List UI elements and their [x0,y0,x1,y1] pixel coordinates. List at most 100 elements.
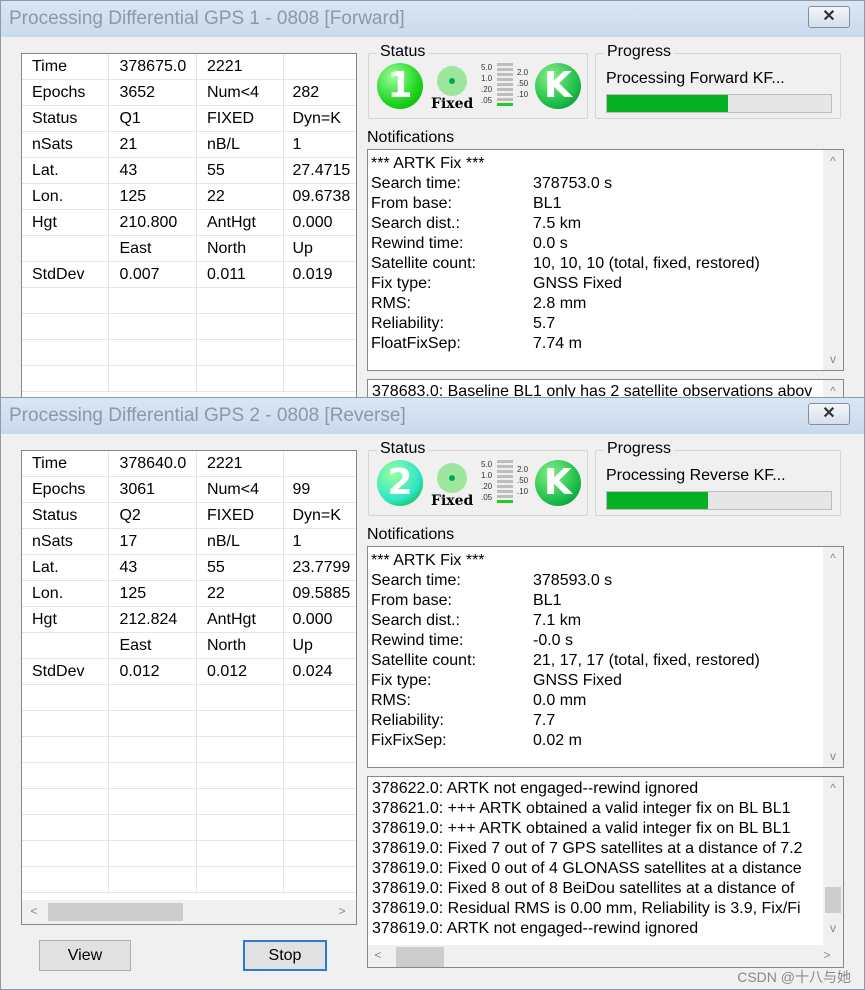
scroll-down-arrow[interactable]: v [823,352,843,366]
grid-cell [284,685,356,710]
scroll-right-arrow[interactable]: > [332,904,352,918]
grid-cell: 43 [109,158,197,183]
scroll-up-arrow[interactable]: ^ [823,551,843,565]
grid-cell: 282 [292,84,320,101]
notification-key: Satellite count: [371,255,476,272]
scroll-left-arrow[interactable]: < [24,904,44,918]
grid-row: Hgt 212.824 AntHgt 0.000 [22,607,356,633]
grid-cell: Num<4 [197,80,285,105]
close-button[interactable]: ✕ [808,6,850,28]
grid-cell: 23.7799 [292,559,351,576]
fix-status-label: Fixed [431,493,474,509]
scale-tick: 5.0 [481,63,493,72]
grid-cell: East [109,633,197,658]
grid-row: Epochs 3652 Num<4 282 [22,80,356,106]
grid-cell [22,314,110,339]
scroll-down-arrow[interactable]: v [823,749,843,763]
precision-scale-right: 2.0 .50 .10 [517,464,528,497]
scale-tick: .20 [481,85,493,94]
grid-cell: Up [292,637,313,654]
scroll-right-arrow[interactable]: > [817,948,837,962]
grid-cell [22,867,110,892]
scroll-up-arrow[interactable]: ^ [823,384,843,398]
view-button[interactable]: View [39,940,131,971]
scale-tick: 5.0 [481,460,493,469]
mode-badge: K [535,63,581,109]
grid-cell: 125 [109,581,197,606]
log-horizontal-scrollbar[interactable]: < > [368,945,843,967]
grid-cell [197,711,285,736]
notification-key: FixFixSep: [371,732,447,749]
notification-header: *** ARTK Fix *** [371,155,485,172]
scroll-thumb[interactable] [396,947,444,967]
grid-row: Lon. 125 22 09.5885 [22,581,356,607]
scroll-up-arrow[interactable]: ^ [823,781,843,795]
grid-cell [284,54,356,79]
progress-group: Progress Processing Reverse KF... [595,440,841,516]
grid-cell: Num<4 [197,477,285,502]
log-line: 378619.0: ARTK not engaged--rewind ignor… [372,920,699,937]
notification-value: GNSS Fixed [533,672,622,689]
title-bar[interactable]: Processing Differential GPS 2 - 0808 [Re… [1,398,864,434]
scroll-thumb[interactable] [48,903,183,921]
notification-value: 7.5 km [533,215,582,232]
pass-number-badge: 1 [377,63,423,109]
precision-bars [497,63,513,108]
notification-item: Search time: 378593.0 s [371,571,843,591]
status-group: Status 2 Fixed 5.0 1.0 .20 .05 2.0 .50 .10 K [368,440,588,516]
notification-key: Search dist.: [371,215,460,232]
scale-tick: 2.0 [517,465,529,474]
log-line: 378619.0: Residual RMS is 0.00 mm, Relia… [372,900,801,917]
notifications-scrollbar[interactable]: ^ v [823,150,843,370]
scroll-left-arrow[interactable]: < [368,948,388,962]
grid-cell: 55 [197,158,285,183]
grid-cell: 09.5885 [292,585,351,602]
grid-cell: Lon. [22,184,110,209]
grid-cell: Hgt [22,210,110,235]
grid-cell: 0.000 [292,214,333,231]
status-grid: Time 378675.0 2221 Epochs 3652 Num<4 282 Status… [21,53,357,398]
grid-row [22,789,356,815]
grid-cell: 1 [292,136,302,153]
grid-row: StdDev 0.012 0.012 0.024 [22,659,356,685]
close-button[interactable]: ✕ [808,403,850,425]
grid-cell: North [197,633,285,658]
scroll-thumb[interactable] [825,887,841,913]
scroll-up-arrow[interactable]: ^ [823,154,843,168]
notifications-label: Notifications [367,526,455,543]
grid-cell [197,841,285,866]
grid-horizontal-scrollbar[interactable]: < > [22,900,356,924]
title-bar[interactable]: Processing Differential GPS 1 - 0808 [Fo… [1,1,864,37]
grid-cell: 212.824 [109,607,197,632]
log-vertical-scrollbar[interactable]: ^ v [823,777,843,945]
grid-cell [284,789,356,814]
status-group: Status 1 Fixed 5.0 1.0 .20 .05 2.0 .50 .10 K [368,43,588,119]
grid-cell [109,815,197,840]
precision-bar [497,98,513,101]
grid-row: StdDev 0.007 0.011 0.019 [22,262,356,288]
notification-value: BL1 [533,195,562,212]
fix-indicator-icon [437,463,467,493]
grid-cell: Lat. [22,555,110,580]
grid-cell: 2221 [197,54,285,79]
pass-number-badge: 2 [377,460,423,506]
grid-cell: 55 [197,555,285,580]
grid-cell: Dyn=K [292,507,341,524]
grid-cell [109,366,197,391]
notification-value: BL1 [533,592,562,609]
notifications-scrollbar[interactable]: ^ v [823,547,843,767]
precision-bar [497,480,513,483]
grid-cell [284,288,356,313]
grid-cell [22,288,110,313]
scroll-down-arrow[interactable]: v [823,921,843,935]
notification-key: From base: [371,592,452,609]
stop-button[interactable]: Stop [243,940,327,971]
grid-cell: 125 [109,184,197,209]
grid-row [22,815,356,841]
grid-cell: AntHgt [197,210,285,235]
precision-scale-left: 5.0 1.0 .20 .05 [481,62,492,106]
precision-bar [497,68,513,71]
notification-key: Rewind time: [371,235,464,252]
notification-item: RMS: 0.0 mm [371,691,843,711]
grid-cell: 09.6738 [292,188,351,205]
